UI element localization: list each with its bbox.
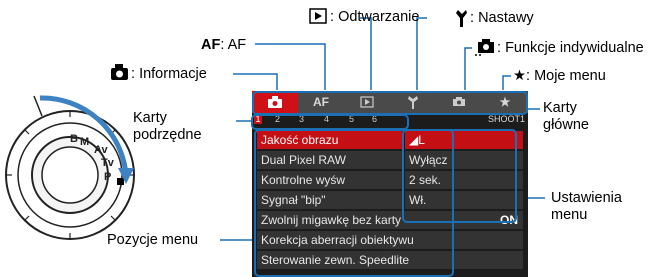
label-setup: : Nastawy: [470, 10, 534, 26]
label-menu-items: Pozycje menu: [107, 232, 199, 248]
label-subtabs: Karty podrzędne: [133, 110, 202, 143]
tab-name: SHOOT1: [488, 114, 526, 124]
wrench-icon: [456, 10, 467, 27]
label-settings: Ustawienia menu: [551, 190, 622, 223]
custom-camera-icon: [475, 39, 494, 56]
svg-text:Tv: Tv: [101, 157, 115, 169]
star-icon: ★: [513, 68, 526, 84]
label-playback: : Odtwarzanie: [330, 9, 420, 25]
label-my-menu: ★: Moje menu: [513, 68, 606, 84]
label-custom-functions: : Funkcje indywidualne: [497, 40, 644, 56]
label-af: AF: AF: [201, 37, 247, 53]
svg-text:Av: Av: [94, 144, 109, 156]
camera-icon: [111, 64, 128, 80]
settings-frame: [402, 129, 517, 223]
playback-icon: [309, 8, 327, 24]
svg-text:M: M: [80, 136, 89, 148]
af-icon: AF: [201, 37, 221, 53]
main-tabs-frame: [252, 91, 528, 115]
svg-text:P: P: [104, 171, 111, 183]
label-info: : Informacje: [131, 66, 207, 82]
svg-text:B: B: [70, 133, 78, 145]
subtabs-frame: [251, 114, 409, 130]
label-main-tabs: Karty główne: [543, 100, 589, 133]
mode-dial: M Av Tv P B: [5, 110, 135, 240]
